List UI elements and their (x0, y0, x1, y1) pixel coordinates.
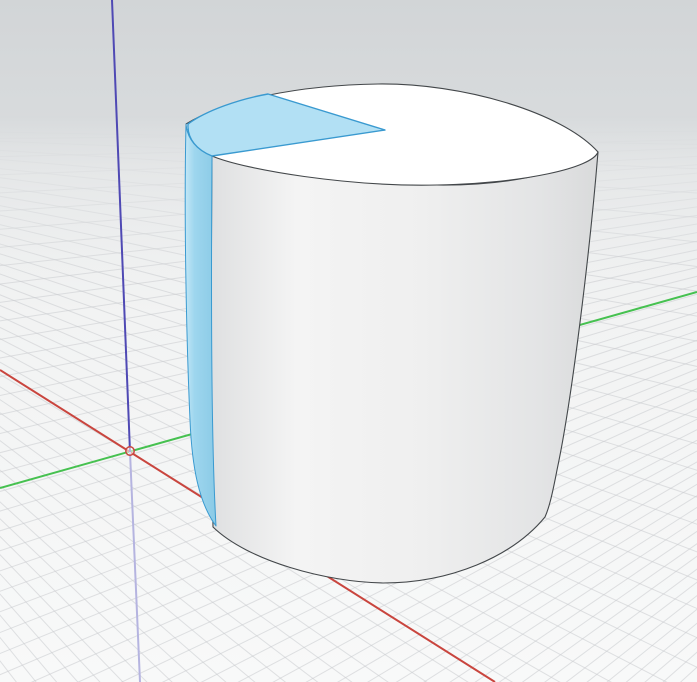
viewport[interactable] (0, 0, 697, 682)
viewport-canvas[interactable] (0, 0, 697, 682)
cylinder[interactable] (185, 84, 598, 583)
cylinder-side-face[interactable] (211, 152, 598, 583)
origin-marker (126, 447, 134, 455)
